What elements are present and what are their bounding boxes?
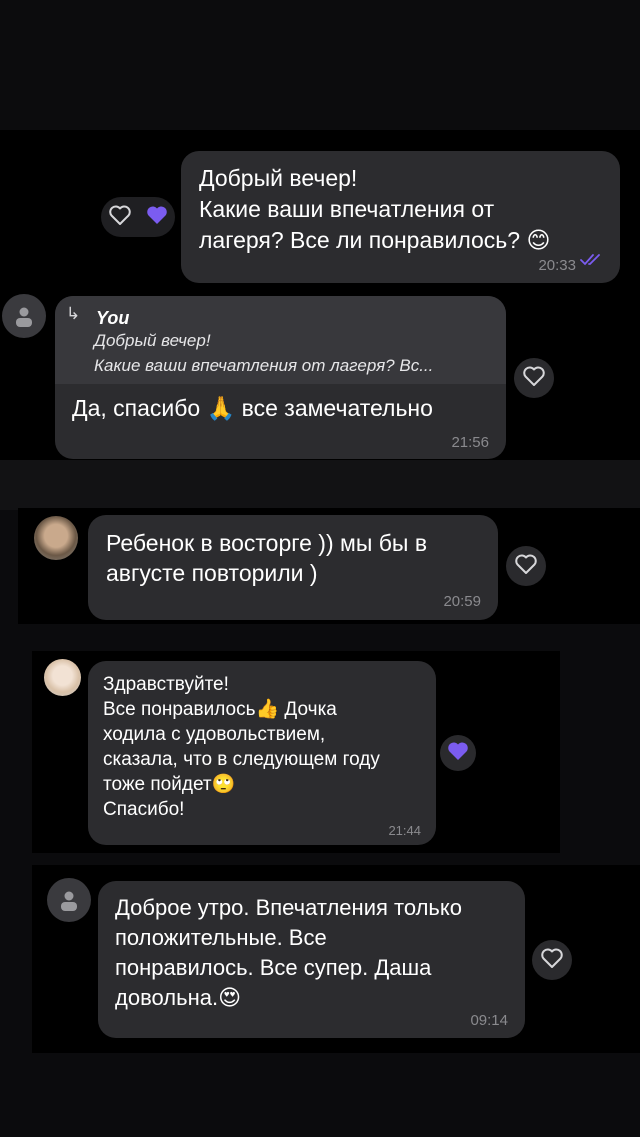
message-time: 09:14	[470, 1012, 508, 1029]
outgoing-message-bubble[interactable]: Добрый вечер! Какие ваши впечатления от …	[181, 151, 620, 283]
reply-line1: Добрый вечер!	[94, 331, 211, 350]
incoming-message-bubble[interactable]: Ребенок в восторге )) мы бы в августе по…	[88, 515, 498, 620]
gap-background	[0, 460, 640, 510]
message-time: 21:44	[388, 823, 421, 838]
smile-emoji: 😊	[526, 228, 551, 254]
avatar[interactable]	[44, 659, 81, 696]
message-time: 21:56	[451, 434, 489, 451]
message-text: Доброе утро. Впечатления только положите…	[115, 895, 462, 1011]
heart-eyes-emoji: 😍	[218, 986, 241, 1011]
avatar[interactable]	[34, 516, 78, 560]
heart-outline-icon	[514, 553, 538, 580]
reactions-bar[interactable]	[101, 197, 175, 237]
incoming-message-bubble[interactable]: Доброе утро. Впечатления только положите…	[98, 881, 525, 1038]
message-time: 20:59	[443, 593, 481, 610]
message-text: Ребенок в восторге )) мы бы в августе по…	[106, 530, 428, 586]
reply-quote[interactable]: ↳ You Добрый вечер! Какие ваши впечатлен…	[55, 296, 506, 384]
incoming-message-bubble[interactable]: ↳ You Добрый вечер! Какие ваши впечатлен…	[55, 296, 506, 459]
top-background	[0, 0, 640, 130]
avatar[interactable]	[47, 878, 91, 922]
heart-outline-icon	[540, 947, 564, 974]
react-button[interactable]	[532, 940, 572, 980]
message-text: Добрый вечер! Какие ваши впечатления от …	[199, 165, 551, 254]
message-text: Да, спасибо 🙏 все замечательно	[72, 395, 433, 422]
react-button[interactable]	[514, 358, 554, 398]
react-button[interactable]	[440, 735, 476, 771]
message-text: Здравствуйте! Все понравилось👍 Дочка ход…	[103, 674, 380, 820]
double-check-icon	[580, 253, 606, 272]
react-button[interactable]	[506, 546, 546, 586]
heart-outline-icon[interactable]	[108, 204, 132, 231]
eye-roll-emoji: 🙄	[211, 773, 236, 795]
avatar[interactable]	[2, 294, 46, 338]
heart-filled-icon[interactable]	[145, 204, 169, 231]
heart-filled-icon	[446, 740, 470, 767]
heart-outline-icon	[522, 365, 546, 392]
pray-emoji: 🙏	[206, 396, 236, 422]
incoming-message-bubble[interactable]: Здравствуйте! Все понравилось👍 Дочка ход…	[88, 661, 436, 845]
reply-author: You	[96, 308, 130, 328]
message-time: 20:33	[538, 257, 576, 274]
thumbs-up-emoji: 👍	[255, 698, 280, 720]
reply-line2: Какие ваши впечатления от лагеря? Вс...	[94, 356, 434, 375]
reply-arrow-icon: ↳	[66, 304, 81, 323]
